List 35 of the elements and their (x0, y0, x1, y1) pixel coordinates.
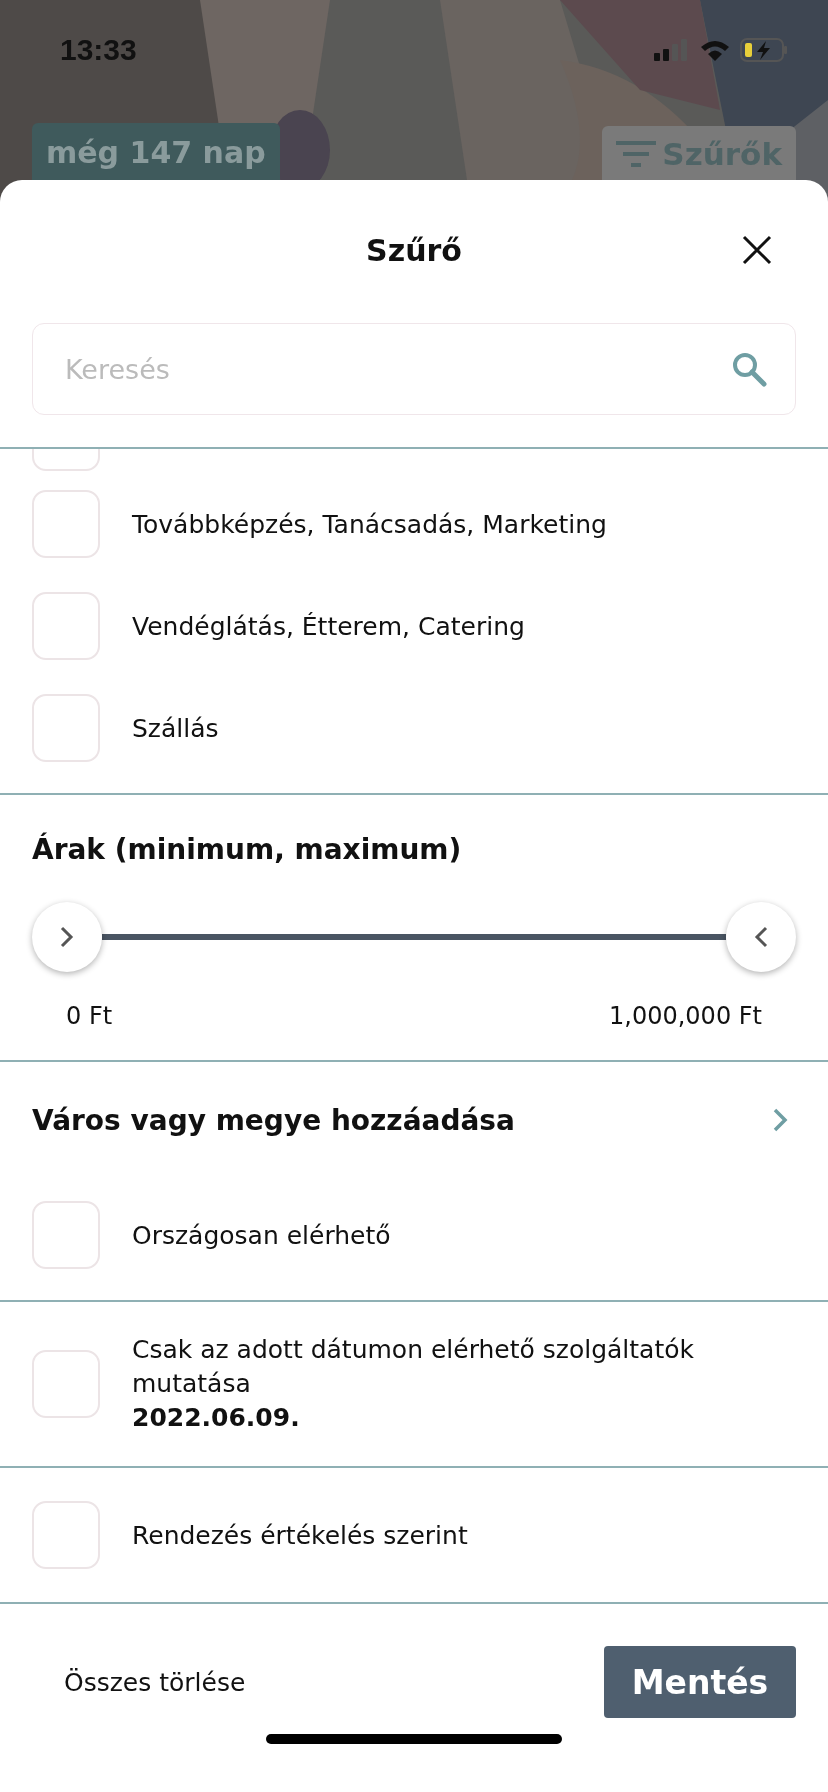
add-location-link[interactable]: Város vagy megye hozzáadása (0, 1090, 828, 1150)
checkbox[interactable] (32, 694, 100, 762)
clear-all-button[interactable]: Összes törlése (64, 1667, 246, 1697)
signal-icon (654, 39, 690, 61)
search-bar[interactable]: Keresés (32, 323, 796, 415)
price-title: Árak (minimum, maximum) (32, 833, 462, 866)
status-time: 13:33 (60, 33, 137, 67)
battery-icon (740, 38, 788, 62)
checkbox[interactable] (32, 1350, 100, 1418)
save-button[interactable]: Mentés (604, 1646, 796, 1718)
chevron-right-icon (772, 1107, 788, 1133)
chevron-right-icon (60, 926, 74, 948)
category-label: Szállás (132, 713, 219, 743)
search-icon (731, 351, 767, 387)
date-value: 2022.06.09. (132, 1402, 301, 1434)
max-slider-thumb[interactable] (726, 902, 796, 972)
filter-icon (616, 139, 657, 169)
checkbox[interactable] (32, 592, 100, 660)
min-slider-thumb[interactable] (32, 902, 102, 972)
wifi-icon (700, 39, 730, 61)
sort-by-rating-label: Rendezés értékelés szerint (132, 1520, 468, 1550)
days-left-badge: még 147 nap (32, 123, 280, 180)
max-price-label: 1,000,000 Ft (609, 1002, 762, 1030)
category-label: Továbbképzés, Tanácsadás, Marketing (132, 509, 607, 539)
checkbox[interactable] (32, 1201, 100, 1269)
date-filter-label: Csak az adott dátumon elérhető szolgáltatók mutatása (132, 1334, 695, 1400)
category-label: Vendéglátás, Étterem, Catering (132, 611, 525, 641)
sheet-title: Szűrő (366, 232, 462, 268)
checkbox[interactable] (32, 490, 100, 558)
min-price-label: 0 Ft (66, 1002, 113, 1030)
search-field[interactable]: Keresés (63, 352, 731, 386)
chevron-left-icon (754, 926, 768, 948)
checkbox[interactable] (32, 1501, 100, 1569)
close-icon[interactable] (742, 235, 772, 265)
nationwide-label: Országosan elérhető (132, 1220, 391, 1250)
